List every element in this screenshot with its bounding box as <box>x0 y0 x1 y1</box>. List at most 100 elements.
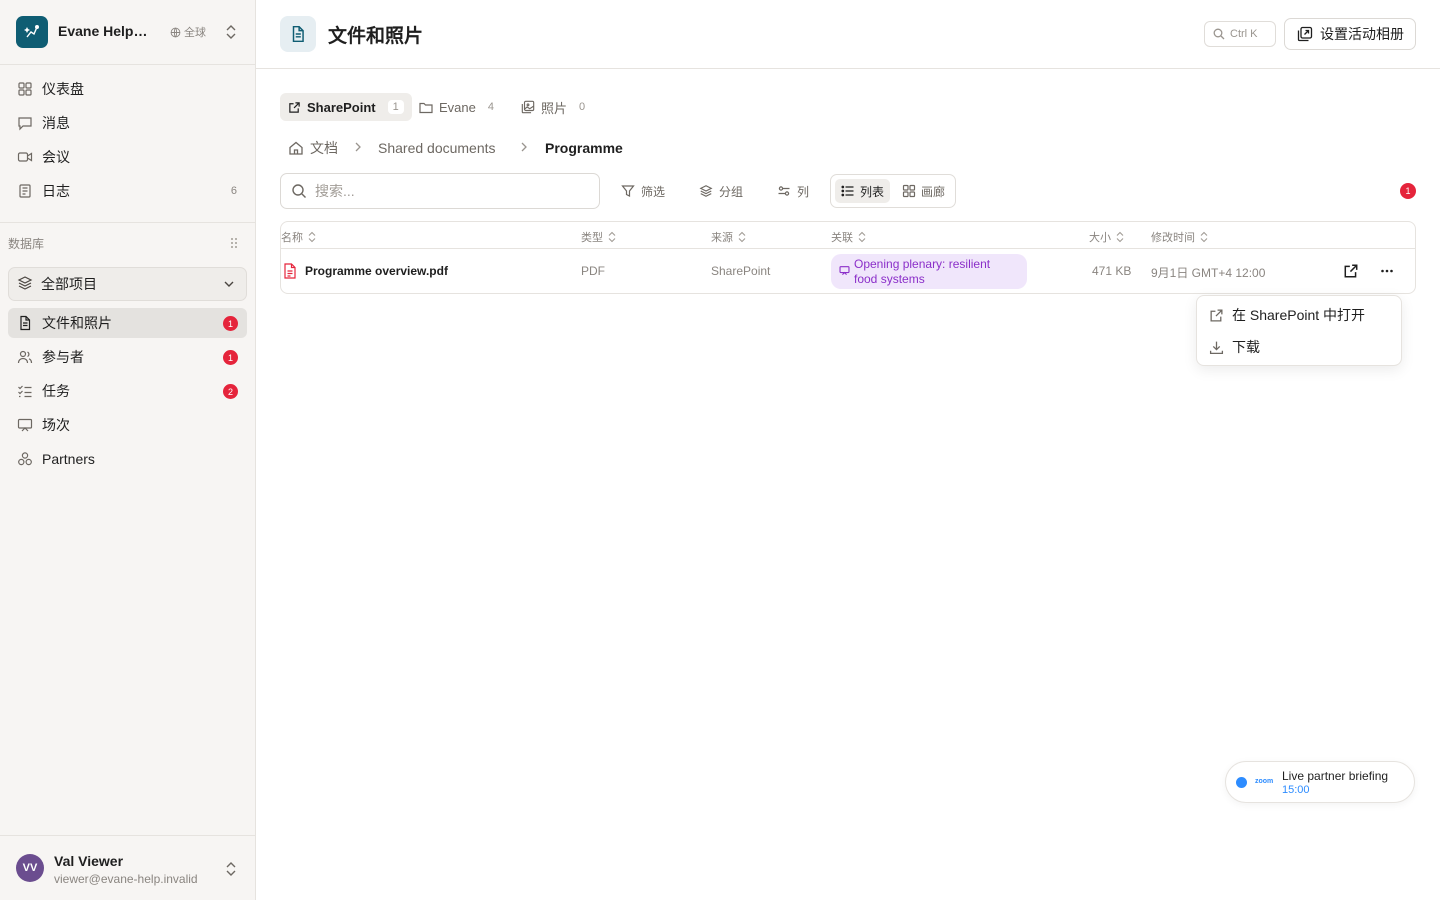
columns-button[interactable]: 列 <box>777 180 809 202</box>
page-header: 文件和照片 Ctrl K 设置活动相册 <box>256 0 1440 69</box>
chevron-right-icon <box>355 142 361 152</box>
linked-session-title-line2: food systems <box>854 272 925 286</box>
nav-item-messages[interactable]: 消息 <box>8 108 247 138</box>
tab-photos[interactable]: 照片 0 <box>513 93 593 121</box>
avatar: VV <box>16 854 44 882</box>
nav-badge: 1 <box>223 316 238 331</box>
user-menu[interactable]: VV Val Viewer viewer@evane-help.invalid <box>0 835 255 900</box>
column-header-type[interactable]: 类型 <box>581 229 617 245</box>
notification-badge[interactable]: 1 <box>1400 183 1416 199</box>
files-table: 名称 类型 来源 关联 大小 修改时间 Programme overview.p… <box>280 221 1416 294</box>
nav-item-meetings[interactable]: 会议 <box>8 142 247 172</box>
file-name[interactable]: Programme overview.pdf <box>305 264 448 278</box>
chevron-up-down-icon[interactable] <box>223 860 239 878</box>
sort-icon <box>858 231 866 243</box>
table-row[interactable]: Programme overview.pdf PDF SharePoint Op… <box>281 249 1415 293</box>
meeting-time: 15:00 <box>1282 784 1310 796</box>
nav-item-participants[interactable]: 参与者 1 <box>8 342 247 372</box>
chevron-right-icon <box>521 142 527 152</box>
column-header-linked[interactable]: 关联 <box>831 229 867 245</box>
grid-icon <box>902 184 916 198</box>
column-header-source[interactable]: 来源 <box>711 229 747 245</box>
settings-sliders-icon <box>778 186 790 196</box>
workspace-scope: 全球 <box>170 24 206 40</box>
breadcrumb-shared-documents[interactable]: Shared documents <box>378 137 496 159</box>
nav-item-dashboard[interactable]: 仪表盘 <box>8 74 247 104</box>
sort-icon <box>608 231 616 243</box>
search-icon <box>292 184 306 198</box>
nav-item-tasks[interactable]: 任务 2 <box>8 376 247 406</box>
divider <box>0 222 255 223</box>
search-box <box>280 173 600 209</box>
chevron-down-icon <box>224 281 234 287</box>
message-icon <box>16 114 34 132</box>
sort-icon <box>1116 231 1124 243</box>
linked-session-chip[interactable]: Opening plenary: resilient food systems <box>831 254 1027 289</box>
workspace-name: Evane Help Desk <box>58 23 150 39</box>
menu-item-download[interactable]: 下载 <box>1203 333 1397 361</box>
column-header-modified[interactable]: 修改时间 <box>1151 229 1209 245</box>
section-title-database: 数据库 <box>8 237 45 251</box>
nav-item-partners[interactable]: Partners <box>8 444 247 474</box>
zoom-logo-icon <box>1236 777 1247 788</box>
home-icon <box>289 141 303 155</box>
gallery-icon <box>521 100 535 114</box>
all-items-select[interactable]: 全部项目 <box>8 267 247 301</box>
video-icon <box>16 148 34 166</box>
search-input[interactable] <box>315 183 585 199</box>
setup-album-button[interactable]: 设置活动相册 <box>1284 18 1416 50</box>
more-options-icon[interactable] <box>1379 263 1395 279</box>
drag-handle-icon[interactable] <box>229 236 239 250</box>
sort-icon <box>1200 231 1208 243</box>
breadcrumb-docs[interactable]: 文档 <box>288 137 338 159</box>
layers-icon <box>17 275 33 294</box>
view-list-button[interactable]: 列表 <box>835 179 891 203</box>
log-icon <box>16 182 34 200</box>
table-header: 名称 类型 来源 关联 大小 修改时间 <box>281 222 1415 249</box>
nav-item-log[interactable]: 日志 6 <box>8 176 247 206</box>
list-icon <box>841 185 854 197</box>
file-type: PDF <box>581 264 605 278</box>
session-icon <box>839 266 850 276</box>
user-name: Val Viewer <box>54 853 124 869</box>
folder-icon <box>419 102 433 113</box>
meeting-title: Live partner briefing <box>1282 769 1389 783</box>
tab-sharepoint[interactable]: SharePoint 1 <box>280 93 412 121</box>
group-button[interactable]: 分组 <box>699 180 743 202</box>
breadcrumb-programme: Programme <box>545 140 623 156</box>
user-email: viewer@evane-help.invalid <box>54 872 198 886</box>
nav-item-files-photos[interactable]: 文件和照片 1 <box>8 308 247 338</box>
workspace-switcher[interactable]: Evane Help Desk 全球 <box>0 0 255 65</box>
nav-item-sessions[interactable]: 场次 <box>8 410 247 440</box>
partners-icon <box>16 450 34 468</box>
page-file-icon <box>280 16 316 52</box>
row-actions-menu: 在 SharePoint 中打开 下载 <box>1196 295 1402 366</box>
file-size: 471 KB <box>1092 264 1132 278</box>
external-link-icon <box>289 101 300 113</box>
live-meeting-pill[interactable]: zoom Live partner briefing 15:00 <box>1225 761 1415 803</box>
tab-evane[interactable]: Evane 4 <box>411 93 502 121</box>
file-source: SharePoint <box>711 264 771 278</box>
gallery-link-icon <box>1297 26 1313 42</box>
open-external-icon[interactable] <box>1343 263 1359 279</box>
nav-badge: 2 <box>223 384 238 399</box>
file-icon <box>16 314 34 332</box>
filter-button[interactable]: 筛选 <box>621 180 665 202</box>
view-gallery-button[interactable]: 画廊 <box>896 179 951 203</box>
column-header-size[interactable]: 大小 <box>1089 229 1125 245</box>
external-link-icon <box>1210 309 1223 321</box>
column-header-name[interactable]: 名称 <box>281 229 317 245</box>
layers-icon <box>699 185 713 197</box>
dashboard-icon <box>16 80 34 98</box>
users-icon <box>16 348 34 366</box>
globe-icon <box>170 27 181 37</box>
filter-icon <box>621 185 635 197</box>
sort-icon <box>308 231 316 243</box>
view-switcher: 列表 画廊 <box>830 174 956 208</box>
nav-badge: 1 <box>223 350 238 365</box>
chevron-up-down-icon[interactable] <box>223 23 239 41</box>
file-modified: 9月1日 GMT+4 12:00 <box>1151 266 1266 280</box>
sidebar: Evane Help Desk 全球 仪表盘 消息 会议 日志 6 数据库 全部… <box>0 0 256 900</box>
menu-item-open-sharepoint[interactable]: 在 SharePoint 中打开 <box>1203 301 1397 329</box>
command-search-button[interactable]: Ctrl K <box>1204 21 1276 47</box>
